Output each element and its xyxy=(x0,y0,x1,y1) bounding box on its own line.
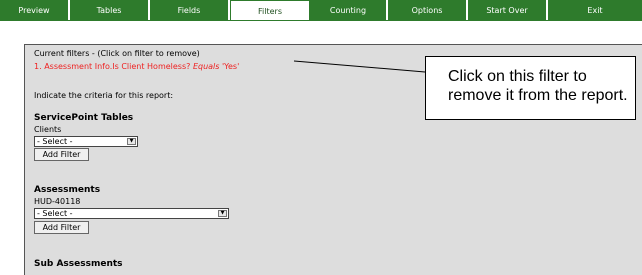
chevron-down-icon[interactable]: ▼ xyxy=(127,138,136,145)
tab-preview[interactable]: Preview xyxy=(0,0,70,20)
tab-options[interactable]: Options xyxy=(388,0,468,20)
tab-tables[interactable]: Tables xyxy=(70,0,150,20)
filter-value: 'Yes' xyxy=(221,62,240,71)
tab-counting[interactable]: Counting xyxy=(310,0,388,20)
add-filter-button-clients[interactable]: Add Filter xyxy=(34,148,89,161)
section-subtitle-hud-40118: HUD-40118 xyxy=(34,197,81,206)
assessments-select-value: - Select - xyxy=(37,209,73,218)
clients-select[interactable]: - Select - ▼ xyxy=(34,136,138,147)
tab-exit[interactable]: Exit xyxy=(548,0,642,20)
current-filters-header: Current filters - (Click on filter to re… xyxy=(34,49,200,58)
clients-select-value: - Select - xyxy=(37,137,73,146)
tab-filters[interactable]: Filters xyxy=(230,0,310,20)
chevron-down-icon[interactable]: ▼ xyxy=(218,210,227,217)
section-title-assessments: Assessments xyxy=(34,185,101,195)
callout-box: Click on this filter to remove it from t… xyxy=(425,56,636,120)
section-title-sub-assessments: Sub Assessments xyxy=(34,259,123,269)
tab-fields[interactable]: Fields xyxy=(150,0,230,20)
section-title-servicepoint-tables: ServicePoint Tables xyxy=(34,113,134,123)
add-filter-button-assessments[interactable]: Add Filter xyxy=(34,221,89,234)
filter-item-1[interactable]: 1. Assessment Info.Is Client Homeless? E… xyxy=(34,62,239,71)
filter-operator: Equals xyxy=(192,62,220,71)
top-nav: Preview Tables Fields Filters Counting O… xyxy=(0,0,642,20)
assessments-select[interactable]: - Select - ▼ xyxy=(34,208,229,219)
instruction-text: Indicate the criteria for this report: xyxy=(34,91,174,100)
filter-field: Assessment Info.Is Client Homeless? xyxy=(44,62,191,71)
nav-divider xyxy=(0,20,642,21)
section-subtitle-clients: Clients xyxy=(34,125,62,134)
tab-start-over[interactable]: Start Over xyxy=(468,0,548,20)
filter-number: 1. xyxy=(34,62,42,71)
